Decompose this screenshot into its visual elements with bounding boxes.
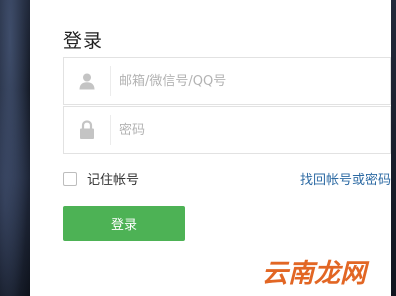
user-icon — [64, 58, 110, 104]
username-field[interactable] — [63, 57, 391, 105]
login-button[interactable]: 登录 — [63, 206, 185, 241]
watermark-logo: 云南龙网 — [262, 259, 367, 289]
screen: 登录 记住帐号 找回帐号或 — [0, 0, 396, 296]
lock-icon — [64, 107, 110, 153]
password-field[interactable] — [63, 106, 391, 154]
remember-checkbox[interactable] — [63, 171, 77, 186]
field-divider — [110, 115, 111, 145]
background-image-right — [391, 0, 396, 296]
background-image-left — [0, 0, 30, 296]
password-input[interactable] — [119, 107, 379, 153]
remember-label: 记住帐号 — [87, 173, 140, 188]
username-input[interactable] — [119, 58, 379, 104]
login-title: 登录 — [63, 30, 104, 52]
login-panel: 登录 记住帐号 找回帐号或 — [30, 0, 391, 296]
forgot-password-link[interactable]: 找回帐号或密码 — [300, 169, 391, 188]
field-divider — [110, 66, 111, 96]
remember-account[interactable]: 记住帐号 — [63, 169, 139, 188]
